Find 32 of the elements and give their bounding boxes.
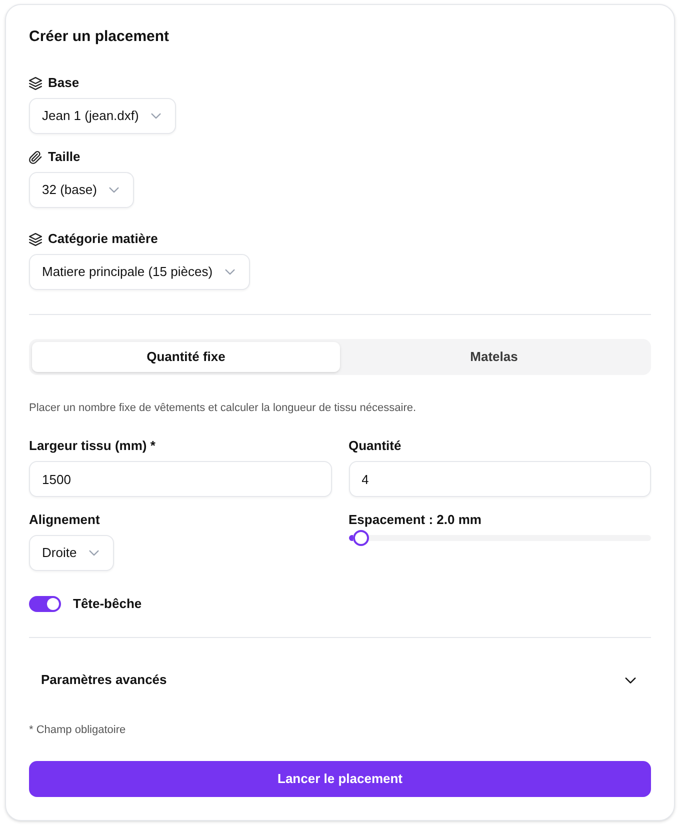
chevron-down-icon <box>150 113 161 119</box>
submit-button[interactable]: Lancer le placement <box>29 761 651 797</box>
dropdown[interactable]: Droite <box>29 535 114 571</box>
field-label: Alignement <box>29 511 100 529</box>
field-label: Largeur tissu (mm) * <box>29 437 156 455</box>
chevron-down-icon <box>88 550 99 556</box>
slider-thumb[interactable] <box>352 530 369 546</box>
field-label: Espacement : 2.0 mm <box>348 511 482 529</box>
field-label: Catégorie matière <box>48 230 158 248</box>
field-label: Base <box>48 74 80 92</box>
slider-track[interactable] <box>348 530 651 546</box>
field-label: Quantité <box>348 437 402 455</box>
toggle-switch[interactable] <box>29 596 61 612</box>
required-note: * Champ obligatoire <box>29 723 127 738</box>
mode-description: Placer un nombre fixe de vêtements et calculer la longueur de tissu nécessaire. <box>29 401 418 416</box>
dropdown[interactable]: 32 (base) <box>29 172 134 208</box>
dropdown[interactable]: Jean 1 (jean.dxf) <box>29 98 176 134</box>
field-label: Taille <box>48 148 80 166</box>
layers-icon <box>29 232 42 246</box>
chevron-down-icon <box>625 676 636 684</box>
chevron-down-icon <box>224 269 235 275</box>
field-label: Tête-bêche <box>73 595 142 613</box>
tab[interactable]: Matelas <box>340 342 648 372</box>
paperclip-icon <box>29 150 42 164</box>
input-field[interactable]: 1500 <box>29 461 332 497</box>
accordion-header[interactable]: Paramètres avancés <box>29 660 651 700</box>
layers-icon <box>29 76 42 90</box>
input-field[interactable]: 4 <box>348 461 651 497</box>
dropdown[interactable]: Matiere principale (15 pièces) <box>29 254 250 290</box>
tab[interactable]: Quantité fixe <box>32 342 340 372</box>
chevron-down-icon <box>108 187 119 193</box>
form-title: Créer un placement <box>29 27 170 47</box>
